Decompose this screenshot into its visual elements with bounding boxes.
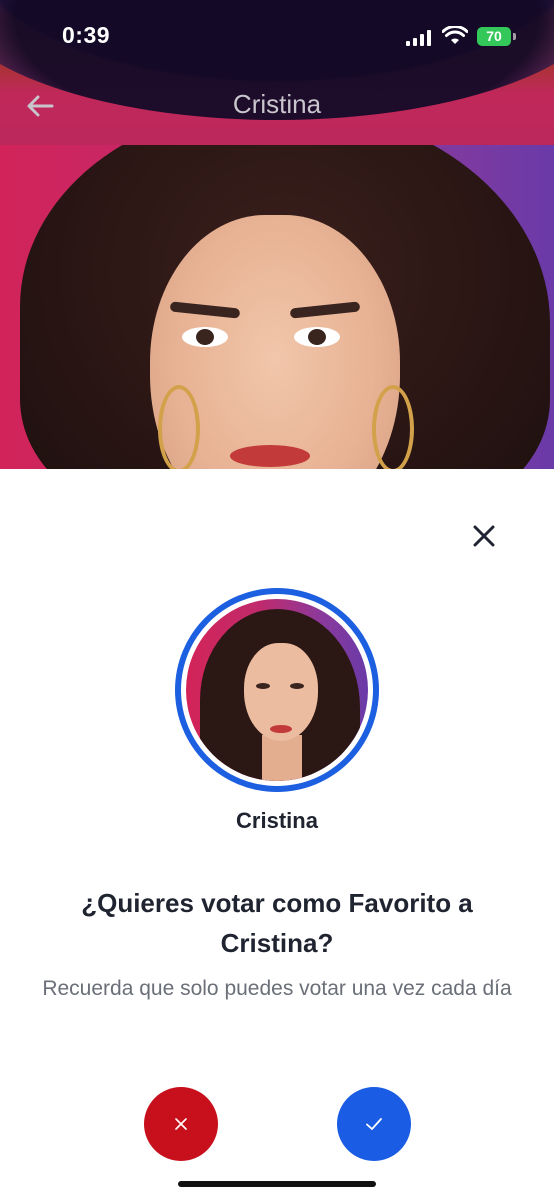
status-bar: 0:39 70 — [0, 0, 554, 72]
vote-question: ¿Quieres votar como Favorito a Cristina? — [81, 888, 473, 958]
cellular-signal-icon — [406, 30, 434, 46]
status-time: 0:39 — [62, 22, 111, 48]
cancel-button[interactable] — [144, 1087, 218, 1161]
x-icon — [175, 1118, 187, 1130]
battery-icon: 70 — [477, 27, 511, 46]
close-icon[interactable] — [470, 522, 498, 550]
avatar-photo — [186, 599, 368, 781]
contestant-photo — [0, 145, 554, 470]
vote-subtitle: Recuerda que solo puedes votar una vez c… — [42, 977, 512, 1000]
home-indicator — [178, 1181, 376, 1187]
vote-modal — [0, 469, 554, 1200]
wifi-icon — [442, 26, 468, 44]
check-icon — [366, 1118, 382, 1130]
avatar — [175, 588, 379, 792]
page-title: Cristina — [232, 89, 322, 119]
confirm-vote-button[interactable] — [337, 1087, 411, 1161]
contestant-name: Cristina — [236, 808, 318, 833]
